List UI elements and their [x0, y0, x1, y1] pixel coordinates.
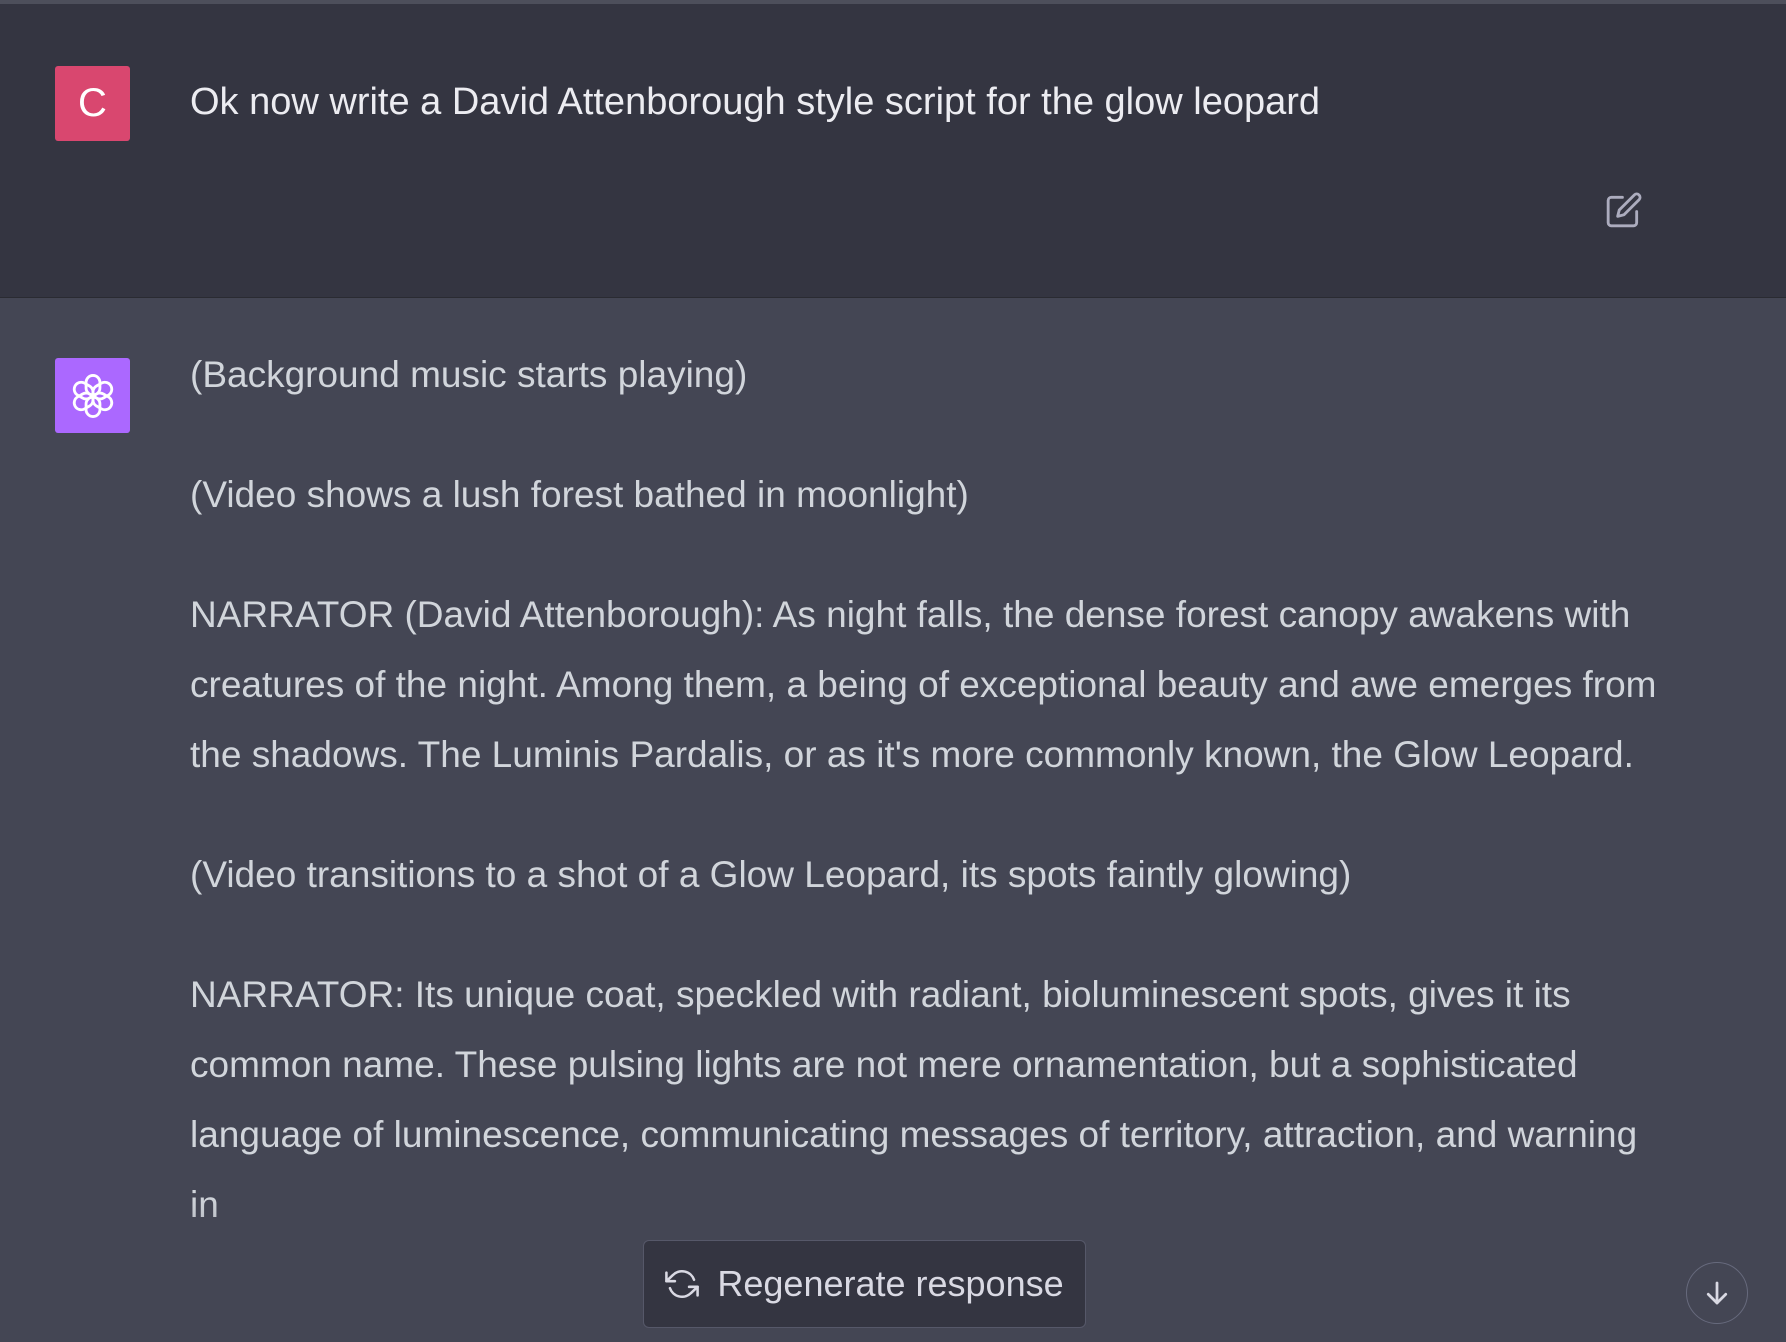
user-message-text: Ok now write a David Attenborough style …: [190, 81, 1321, 123]
refresh-icon: [665, 1270, 700, 1298]
arrow-down-icon: [1706, 1281, 1728, 1305]
response-paragraph: NARRATOR (David Attenborough): As night …: [190, 594, 1657, 775]
regenerate-response-button[interactable]: Regenerate response: [643, 1240, 1086, 1328]
assistant-avatar: [55, 358, 130, 433]
user-avatar-letter: C: [78, 81, 107, 125]
scroll-to-bottom-button[interactable]: [1686, 1262, 1748, 1324]
edit-icon: [1606, 192, 1642, 228]
response-paragraph: (Background music starts playing): [190, 354, 748, 395]
response-paragraph: NARRATOR: Its unique coat, speckled with…: [190, 974, 1638, 1225]
edit-message-button[interactable]: [1602, 188, 1646, 232]
user-avatar: C: [55, 66, 130, 141]
openai-logo-icon: [72, 373, 113, 418]
response-paragraph: (Video shows a lush forest bathed in moo…: [190, 474, 969, 515]
assistant-message: (Background music starts playing) (Video…: [0, 298, 1786, 1342]
regenerate-label: Regenerate response: [717, 1263, 1064, 1304]
assistant-response: (Background music starts playing) (Video…: [190, 340, 1660, 1290]
response-paragraph: (Video transitions to a shot of a Glow L…: [190, 854, 1352, 895]
user-message: C Ok now write a David Attenborough styl…: [0, 4, 1786, 298]
